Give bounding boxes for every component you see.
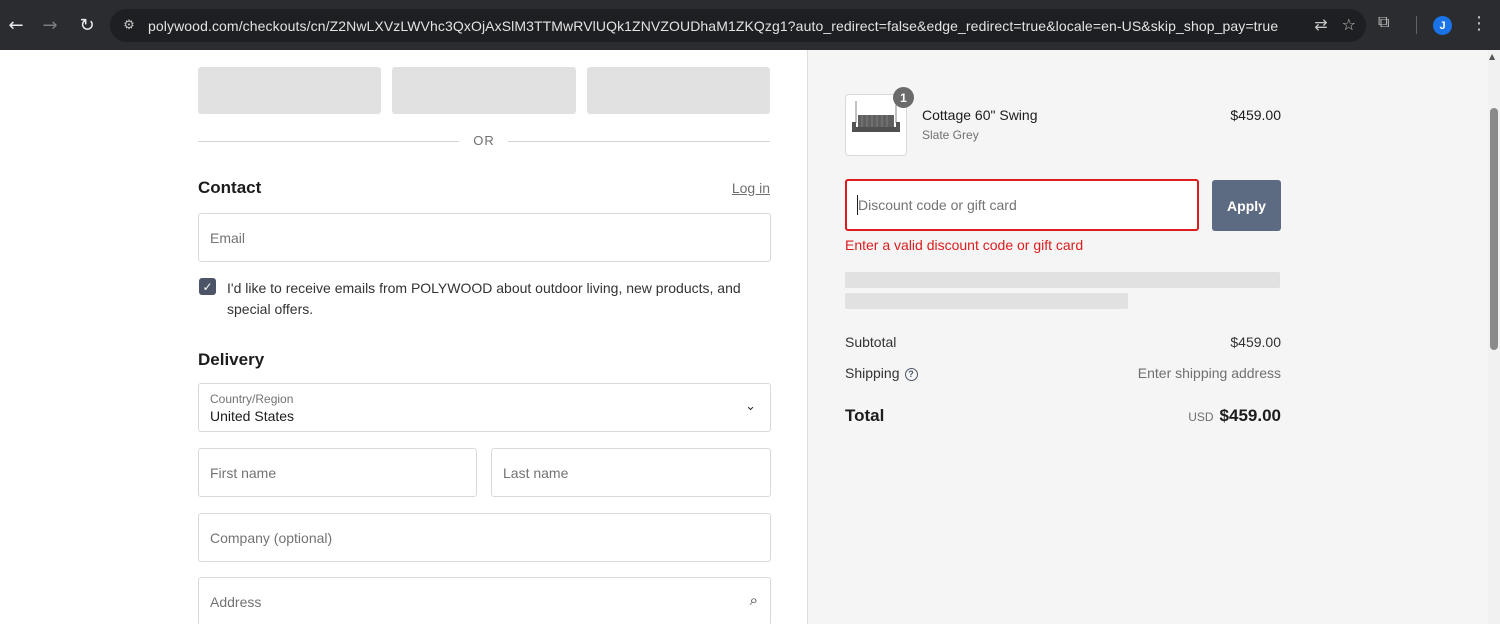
apply-button[interactable]: Apply [1212, 180, 1281, 231]
or-divider: OR [198, 130, 770, 152]
first-name-placeholder: First name [210, 465, 277, 481]
star-icon[interactable]: ☆ [1342, 15, 1356, 34]
subtotal-label: Subtotal [845, 334, 897, 350]
subtotal-value: $459.00 [1230, 334, 1281, 350]
divider-line-right [508, 141, 770, 142]
toolbar-divider [1416, 16, 1417, 34]
loading-skeleton-2 [845, 293, 1128, 309]
product-variant: Slate Grey [922, 128, 979, 142]
address-field[interactable]: Address ⌕ [198, 577, 771, 624]
email-field[interactable]: Email [198, 213, 771, 262]
contact-heading: Contact [198, 178, 262, 197]
total-label: Total [845, 406, 885, 425]
express-checkout-button-3[interactable] [587, 67, 770, 114]
browser-toolbar: ← → ↻ ⚙ polywood.com/checkouts/cn/Z2NwLX… [0, 0, 1500, 50]
last-name-placeholder: Last name [503, 465, 569, 481]
extensions-icon[interactable]: ⧉ [1378, 12, 1389, 32]
forward-icon[interactable]: → [35, 10, 65, 40]
loading-skeleton-1 [845, 272, 1280, 288]
quantity-badge: 1 [893, 87, 914, 108]
email-placeholder: Email [210, 230, 246, 246]
chevron-down-icon: ⌄ [745, 399, 756, 414]
company-field[interactable]: Company (optional) [198, 513, 771, 562]
discount-code-input[interactable]: Discount code or gift card [845, 179, 1199, 231]
reload-icon[interactable]: ↻ [72, 10, 102, 40]
total-amount: USD $459.00 [1188, 406, 1281, 426]
first-name-field[interactable]: First name [198, 448, 477, 497]
express-checkout-button-1[interactable] [198, 67, 381, 114]
marketing-checkbox[interactable]: ✓ [199, 278, 216, 295]
url-text[interactable]: polywood.com/checkouts/cn/Z2NwLXVzLWVhc3… [148, 18, 1278, 34]
order-summary-pane: 1 Cottage 60" Swing Slate Grey $459.00 D… [808, 50, 1488, 624]
checkout-form-pane: OR Contact Log in Email ✓ I'd like to re… [0, 50, 808, 624]
address-placeholder: Address [210, 594, 262, 610]
back-icon[interactable]: ← [1, 10, 31, 40]
login-link[interactable]: Log in [732, 180, 770, 196]
total-value: $459.00 [1219, 406, 1281, 425]
profile-avatar[interactable]: J [1433, 16, 1452, 35]
express-checkout-button-2[interactable] [392, 67, 576, 114]
country-select[interactable]: Country/Region United States ⌄ [198, 383, 771, 432]
scroll-up-arrow-icon[interactable]: ▲ [1489, 52, 1495, 61]
last-name-field[interactable]: Last name [491, 448, 771, 497]
discount-error-message: Enter a valid discount code or gift card [845, 237, 1084, 253]
search-icon: ⌕ [749, 591, 758, 609]
country-label: Country/Region [210, 392, 294, 406]
shipping-label: Shipping [845, 365, 900, 381]
currency-code: USD [1188, 410, 1214, 424]
discount-placeholder: Discount code or gift card [858, 197, 1017, 213]
product-price: $459.00 [1230, 107, 1281, 123]
marketing-opt-in-label[interactable]: I'd like to receive emails from POLYWOOD… [227, 278, 772, 320]
scrollbar-thumb[interactable] [1490, 108, 1498, 350]
company-placeholder: Company (optional) [210, 530, 333, 546]
menu-icon[interactable]: ⋮ [1470, 13, 1488, 34]
address-bar[interactable]: ⚙ polywood.com/checkouts/cn/Z2NwLXVzLWVh… [110, 9, 1366, 42]
delivery-heading: Delivery [198, 350, 265, 369]
checkmark-icon: ✓ [202, 279, 213, 294]
site-info-icon[interactable]: ⚙ [118, 18, 140, 33]
country-value: United States [210, 408, 295, 424]
translate-icon[interactable]: ⇄ [1314, 15, 1327, 34]
shipping-row: Shipping? [845, 365, 918, 381]
help-icon[interactable]: ? [904, 367, 918, 381]
product-name: Cottage 60" Swing [922, 107, 1038, 123]
shipping-value: Enter shipping address [1137, 365, 1281, 381]
